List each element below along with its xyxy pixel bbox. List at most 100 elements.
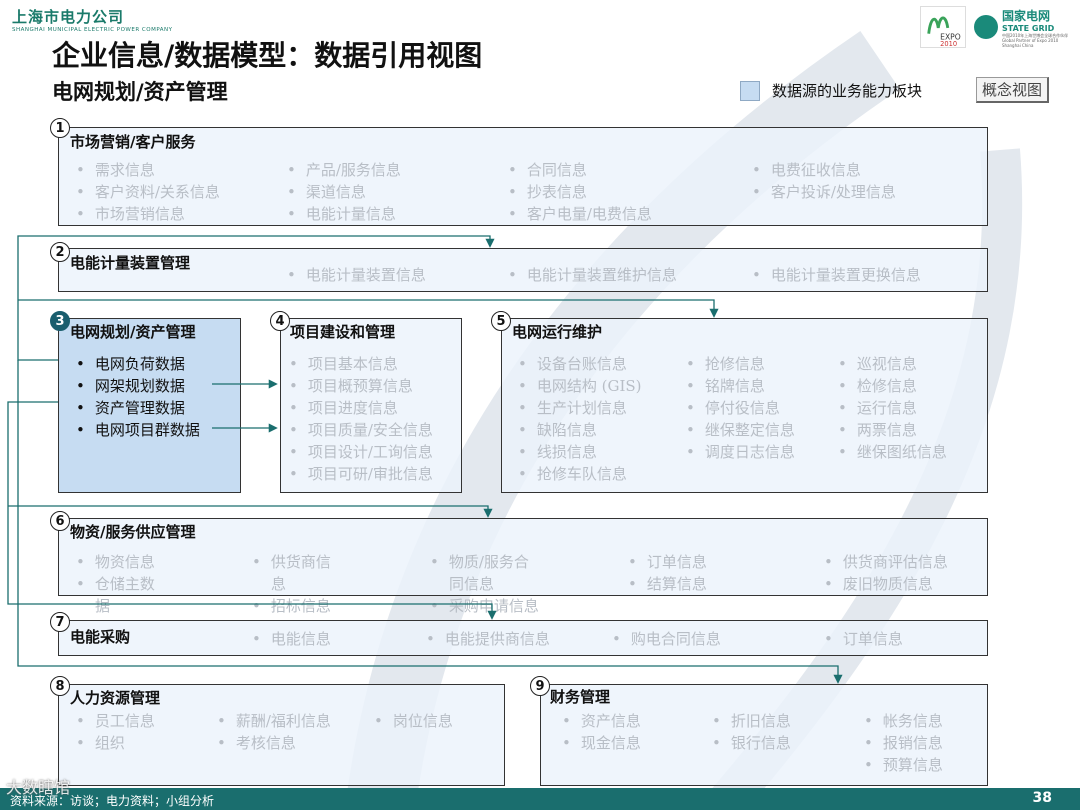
watermark: 大数瞎馆 bbox=[6, 778, 71, 797]
state-grid-name-cn: 国家电网 bbox=[1002, 8, 1051, 23]
data-item: 继保整定信息 bbox=[686, 419, 795, 440]
data-item: 需求信息 bbox=[76, 159, 155, 180]
data-item: 项目可研/审批信息 bbox=[289, 463, 433, 484]
data-item: 缺陷信息 bbox=[518, 419, 597, 440]
data-item: 帐务信息 bbox=[864, 710, 943, 731]
data-item: 电能计量信息 bbox=[287, 203, 396, 224]
page-title: 企业信息/数据模型：数据引用视图 bbox=[52, 39, 483, 72]
data-item: 考核信息 bbox=[217, 732, 296, 753]
page-number: 38 bbox=[1032, 790, 1052, 806]
legend-label: 数据源的业务能力板块 bbox=[772, 82, 923, 100]
data-item: 项目质量/安全信息 bbox=[289, 419, 433, 440]
data-item: 客户投诉/处理信息 bbox=[752, 181, 896, 202]
partner-logos: EXPO 2010 国家电网 STATE GRID 中国2010年上海世博会全球… bbox=[920, 6, 1072, 48]
data-item: 资产信息 bbox=[562, 710, 641, 731]
box-number: 5 bbox=[491, 311, 511, 331]
expo-logo-icon: EXPO 2010 bbox=[920, 6, 966, 48]
data-item: 电网结构 (GIS) bbox=[518, 375, 642, 396]
data-item: 仓储主数 bbox=[76, 573, 155, 594]
data-item: 资产管理数据 bbox=[76, 397, 185, 418]
data-item: 运行信息 bbox=[838, 397, 917, 418]
page-subtitle: 电网规划/资产管理 bbox=[52, 79, 228, 104]
data-item: 产品/服务信息 bbox=[287, 159, 401, 180]
data-item: 设备台账信息 bbox=[518, 353, 627, 374]
data-item: 物质/服务合 bbox=[430, 551, 529, 572]
svg-text:2010: 2010 bbox=[940, 40, 957, 48]
data-item: 订单信息 bbox=[824, 628, 903, 649]
box-title: 财务管理 bbox=[550, 688, 611, 706]
data-item: 巡视信息 bbox=[838, 353, 917, 374]
box-number: 8 bbox=[50, 676, 70, 696]
data-item: 电能计量装置信息 bbox=[287, 264, 426, 285]
data-item: 电能信息 bbox=[252, 628, 331, 649]
data-item: 渠道信息 bbox=[287, 181, 366, 202]
data-item: 生产计划信息 bbox=[518, 397, 627, 418]
box-number: 2 bbox=[50, 242, 70, 262]
box-title: 项目建设和管理 bbox=[290, 323, 396, 341]
company-name-cn: 上海市电力公司 bbox=[12, 8, 125, 26]
legend-swatch bbox=[740, 80, 760, 101]
data-item: 购电合同信息 bbox=[612, 628, 721, 649]
box-number: 9 bbox=[530, 676, 550, 696]
box-number: 4 bbox=[270, 311, 290, 331]
box-number: 3 bbox=[50, 311, 70, 331]
data-item: 电费征收信息 bbox=[752, 159, 861, 180]
data-item: 线损信息 bbox=[518, 441, 597, 462]
data-item: 抄表信息 bbox=[508, 181, 587, 202]
box-title: 人力资源管理 bbox=[70, 689, 161, 707]
data-item: 采购申请信息 bbox=[430, 595, 539, 616]
data-item: 银行信息 bbox=[712, 732, 791, 753]
data-item: 合同信息 bbox=[508, 159, 587, 180]
data-item: 铭牌信息 bbox=[686, 375, 765, 396]
data-item: 客户电量/电费信息 bbox=[508, 203, 652, 224]
data-item: 订单信息 bbox=[628, 551, 707, 572]
data-item: 项目基本信息 bbox=[289, 353, 398, 374]
box-number: 1 bbox=[50, 118, 70, 138]
data-item: 结算信息 bbox=[628, 573, 707, 594]
data-item: 报销信息 bbox=[864, 732, 943, 753]
data-item: 招标信息 bbox=[252, 595, 331, 616]
concept-view-button[interactable]: 概念视图 bbox=[976, 77, 1050, 103]
data-item: 岗位信息 bbox=[374, 710, 453, 731]
box-title: 市场营销/客户服务 bbox=[70, 133, 196, 151]
legend: 数据源的业务能力板块 bbox=[740, 80, 922, 101]
data-item: 电能提供商信息 bbox=[426, 628, 550, 649]
box-number: 6 bbox=[50, 511, 70, 531]
data-item: 电网项目群数据 bbox=[76, 419, 200, 440]
data-item: 两票信息 bbox=[838, 419, 917, 440]
state-grid-name-en: STATE GRID bbox=[1002, 23, 1055, 33]
box-title: 电网运行维护 bbox=[512, 323, 603, 341]
data-item-continued: 息 bbox=[271, 575, 287, 593]
data-item-continued: 同信息 bbox=[449, 575, 495, 593]
box-title: 电能计量装置管理 bbox=[70, 254, 191, 272]
data-item: 网架规划数据 bbox=[76, 375, 185, 396]
data-item: 项目设计/工询信息 bbox=[289, 441, 433, 462]
data-item: 废旧物质信息 bbox=[824, 573, 933, 594]
data-item: 供货商信 bbox=[252, 551, 331, 572]
company-logo: 上海市电力公司 SHANGHAI MUNICIPAL ELECTRIC POWE… bbox=[12, 6, 173, 33]
state-grid-icon bbox=[974, 15, 998, 39]
data-item: 电能计量装置更换信息 bbox=[752, 264, 921, 285]
data-item: 供货商评估信息 bbox=[824, 551, 948, 572]
data-item: 折旧信息 bbox=[712, 710, 791, 731]
data-item: 预算信息 bbox=[864, 754, 943, 775]
box-title: 电能采购 bbox=[70, 628, 131, 646]
data-item: 停付役信息 bbox=[686, 397, 780, 418]
data-item-continued: 据 bbox=[95, 597, 111, 615]
data-item: 客户资料/关系信息 bbox=[76, 181, 220, 202]
data-item: 电网负荷数据 bbox=[76, 353, 185, 374]
box-title: 物资/服务供应管理 bbox=[70, 523, 196, 541]
box-number: 7 bbox=[50, 612, 70, 632]
data-item: 物资信息 bbox=[76, 551, 155, 572]
data-item: 薪酬/福利信息 bbox=[217, 710, 331, 731]
box-title: 电网规划/资产管理 bbox=[70, 323, 196, 341]
company-name-en: SHANGHAI MUNICIPAL ELECTRIC POWER COMPAN… bbox=[12, 27, 173, 33]
data-item: 项目概预算信息 bbox=[289, 375, 413, 396]
data-item: 员工信息 bbox=[76, 710, 155, 731]
data-item: 抢修车队信息 bbox=[518, 463, 627, 484]
data-item: 抢修信息 bbox=[686, 353, 765, 374]
data-item: 组织 bbox=[76, 732, 125, 753]
data-item: 电能计量装置维护信息 bbox=[508, 264, 677, 285]
data-item: 项目进度信息 bbox=[289, 397, 398, 418]
state-grid-subtitle: 中国2010年上海世博会全球合作伙伴 Global Partner of Exp… bbox=[1002, 32, 1069, 48]
